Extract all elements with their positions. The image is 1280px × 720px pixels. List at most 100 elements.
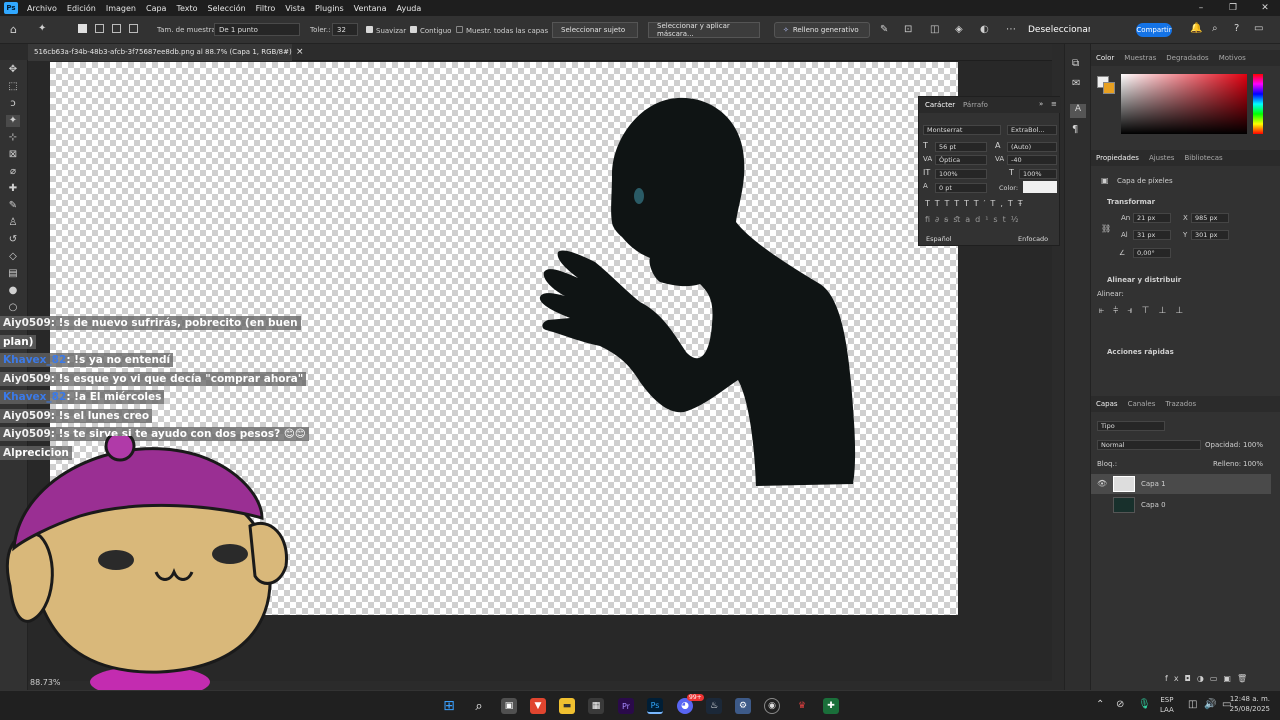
extra-app-icon[interactable]: ✚ bbox=[823, 698, 839, 714]
tab-paragraph[interactable]: Párrafo bbox=[963, 101, 988, 109]
history-brush-icon[interactable]: ↺ bbox=[6, 234, 20, 246]
menu-imagen[interactable]: Imagen bbox=[101, 4, 141, 13]
brave-browser-icon[interactable]: ▼ bbox=[530, 698, 546, 714]
select-mask-button[interactable]: Seleccionar y aplicar máscara... bbox=[648, 22, 760, 38]
mask-icon[interactable]: ◫ bbox=[930, 24, 939, 35]
language-indicator[interactable]: ESP LAA bbox=[1160, 695, 1174, 715]
crop-icon[interactable]: ⊡ bbox=[904, 24, 912, 35]
paragraph-panel-icon[interactable]: ¶ bbox=[1072, 124, 1078, 135]
bell-icon[interactable]: 🔔 bbox=[1190, 23, 1202, 34]
premiere-icon[interactable]: Pr bbox=[618, 698, 634, 714]
tracking-select[interactable]: -40 bbox=[1007, 155, 1057, 165]
angle-input[interactable]: 0,00° bbox=[1133, 248, 1171, 258]
character-panel-icon[interactable]: A bbox=[1070, 104, 1086, 118]
menu-vista[interactable]: Vista bbox=[280, 4, 310, 13]
opentype-buttons[interactable]: ﬁ∂ꞩﬆad¹st½ bbox=[925, 215, 1055, 225]
panel-menu-icon[interactable]: ≡ bbox=[1051, 100, 1057, 108]
select-subject-button[interactable]: Seleccionar sujeto bbox=[552, 22, 638, 38]
smooth-checkbox[interactable]: Suavizar bbox=[366, 26, 406, 35]
close-tab-icon[interactable]: × bbox=[296, 47, 304, 57]
settings-icon[interactable]: ⚙ bbox=[735, 698, 751, 714]
menu-ayuda[interactable]: Ayuda bbox=[392, 4, 427, 13]
menu-edicion[interactable]: Edición bbox=[62, 4, 101, 13]
opacity-value[interactable]: 100% bbox=[1243, 441, 1263, 449]
brush-tool-icon[interactable]: ✎ bbox=[6, 200, 20, 212]
tab-swatches[interactable]: Muestras bbox=[1119, 54, 1161, 62]
crop-tool-icon[interactable]: ⊹ bbox=[6, 132, 20, 144]
subtract-selection-icon[interactable] bbox=[112, 24, 121, 33]
new-selection-icon[interactable] bbox=[78, 24, 87, 33]
stamp-tool-icon[interactable]: ♙ bbox=[6, 217, 20, 229]
move-tool-icon[interactable]: ✥ bbox=[6, 64, 20, 76]
frame-tool-icon[interactable]: ⊠ bbox=[6, 149, 20, 161]
height-input[interactable]: 31 px bbox=[1133, 230, 1171, 240]
link-icon[interactable]: ⛓ bbox=[1101, 224, 1111, 233]
comments-panel-icon[interactable]: ✉ bbox=[1072, 78, 1080, 89]
baseline-input[interactable]: 0 pt bbox=[935, 183, 987, 193]
volume-icon[interactable]: 🔊 bbox=[1204, 699, 1216, 710]
tab-paths[interactable]: Trazados bbox=[1160, 400, 1201, 408]
obs-icon[interactable]: ◉ bbox=[764, 698, 780, 714]
magic-wand-tool-icon[interactable]: ✦ bbox=[6, 115, 20, 127]
tab-properties[interactable]: Propiedades bbox=[1091, 154, 1144, 162]
tab-color[interactable]: Color bbox=[1091, 54, 1119, 62]
all-layers-checkbox[interactable]: Muestr. todas las capas bbox=[456, 26, 548, 35]
horizontal-scale-input[interactable]: 100% bbox=[1019, 169, 1057, 179]
steam-icon[interactable]: ♨ bbox=[706, 698, 722, 714]
store-icon[interactable]: ▦ bbox=[588, 698, 604, 714]
wifi-icon[interactable]: ◫ bbox=[1188, 699, 1197, 710]
windows-start-icon[interactable]: ⊞ bbox=[441, 698, 457, 714]
width-input[interactable]: 21 px bbox=[1133, 213, 1171, 223]
tab-character[interactable]: Carácter bbox=[925, 101, 955, 109]
color-field[interactable] bbox=[1121, 74, 1247, 134]
align-buttons[interactable]: ⫦⫩⫣⊤⊥⊥ bbox=[1099, 306, 1229, 316]
eraser-tool-icon[interactable]: ◇ bbox=[6, 251, 20, 263]
sample-size-select[interactable]: De 1 punto bbox=[214, 23, 300, 36]
language-select[interactable]: Español bbox=[923, 235, 999, 245]
contiguous-checkbox[interactable]: Contiguo bbox=[410, 26, 451, 35]
menu-archivo[interactable]: Archivo bbox=[22, 4, 62, 13]
healing-tool-icon[interactable]: ✚ bbox=[6, 183, 20, 195]
file-explorer-icon[interactable]: ▬ bbox=[559, 698, 575, 714]
font-style-select[interactable]: ExtraBol... bbox=[1007, 125, 1057, 135]
mic-icon[interactable]: 🎙 bbox=[1138, 699, 1151, 710]
hue-slider[interactable] bbox=[1253, 74, 1263, 134]
x-input[interactable]: 985 px bbox=[1191, 213, 1229, 223]
clock[interactable]: 12:48 a. m. 25/08/2025 bbox=[1226, 694, 1270, 714]
tab-patterns[interactable]: Motivos bbox=[1214, 54, 1251, 62]
menu-capa[interactable]: Capa bbox=[141, 4, 171, 13]
document-tab[interactable]: 516cb63a-f34b-48b3-afcb-3f75687ee8db.png… bbox=[28, 44, 292, 61]
magic-wand-icon[interactable]: ✦ bbox=[38, 23, 46, 34]
antialias-select[interactable]: Enfocado bbox=[1015, 235, 1057, 245]
minimize-button[interactable]: – bbox=[1186, 0, 1216, 16]
text-style-buttons[interactable]: TTTTTT′T,TŦ bbox=[925, 199, 1055, 209]
deselect-button[interactable]: Deseleccionar bbox=[1028, 22, 1092, 38]
selected-eye-region[interactable] bbox=[634, 188, 644, 204]
menu-filtro[interactable]: Filtro bbox=[251, 4, 281, 13]
vertical-scale-input[interactable]: 100% bbox=[935, 169, 987, 179]
menu-plugins[interactable]: Plugins bbox=[310, 4, 349, 13]
home-icon[interactable]: ⌂ bbox=[10, 23, 17, 36]
tab-libraries[interactable]: Bibliotecas bbox=[1179, 154, 1227, 162]
maximize-button[interactable]: ❐ bbox=[1218, 0, 1248, 16]
fill-value[interactable]: 100% bbox=[1243, 460, 1263, 468]
tab-layers[interactable]: Capas bbox=[1091, 400, 1123, 408]
tray-chevron-icon[interactable]: ⌃ bbox=[1096, 699, 1104, 710]
menu-seleccion[interactable]: Selección bbox=[203, 4, 251, 13]
menu-texto[interactable]: Texto bbox=[171, 4, 202, 13]
photoshop-taskbar-icon[interactable]: Ps bbox=[647, 698, 663, 714]
panel-collapse-icon[interactable]: » bbox=[1039, 100, 1043, 108]
tab-gradients[interactable]: Degradados bbox=[1161, 54, 1213, 62]
menu-ventana[interactable]: Ventana bbox=[349, 4, 392, 13]
font-family-select[interactable]: Montserrat bbox=[923, 125, 1001, 135]
close-window-button[interactable]: ✕ bbox=[1250, 0, 1280, 16]
blur-tool-icon[interactable]: ● bbox=[6, 285, 20, 297]
tolerance-input[interactable]: 32 bbox=[332, 23, 358, 36]
generative-fill-button[interactable]: ✧ Relleno generativo bbox=[774, 22, 870, 38]
dodge-tool-icon[interactable]: ○ bbox=[6, 302, 20, 314]
help-icon[interactable]: ? bbox=[1234, 23, 1239, 34]
more-icon[interactable]: ⋯ bbox=[1006, 24, 1016, 35]
layer-row-capa-1[interactable]: 👁 Capa 1 bbox=[1091, 474, 1271, 494]
layer-action-buttons[interactable]: fx◘◑▭▣🗑 bbox=[1165, 674, 1275, 683]
network-off-icon[interactable]: ⊘ bbox=[1116, 699, 1124, 710]
